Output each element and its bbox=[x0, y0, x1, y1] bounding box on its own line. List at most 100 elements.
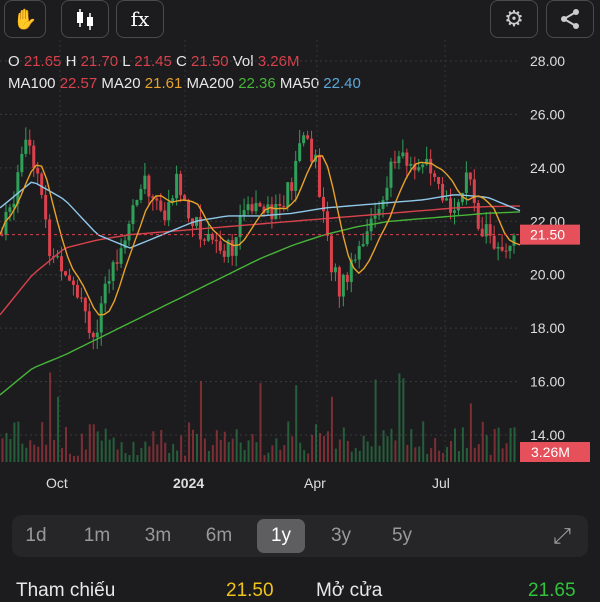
volume-bar bbox=[315, 424, 318, 462]
candle-body bbox=[179, 173, 183, 196]
candle-body bbox=[433, 173, 437, 177]
period-6m[interactable]: 6m bbox=[195, 519, 243, 553]
volume-bar bbox=[398, 373, 401, 462]
volume-bar bbox=[263, 455, 266, 462]
gear-icon: ⚙ bbox=[504, 6, 524, 31]
candle-body bbox=[175, 173, 179, 199]
volume-bar bbox=[144, 441, 147, 462]
share-icon bbox=[561, 9, 579, 29]
volume-bar bbox=[446, 446, 449, 462]
volume-bar bbox=[164, 442, 167, 462]
candle-body bbox=[79, 297, 83, 299]
volume-bar bbox=[477, 444, 480, 462]
candle-body bbox=[131, 205, 135, 224]
candle-body bbox=[254, 203, 258, 212]
settings-button[interactable]: ⚙ bbox=[490, 0, 538, 38]
period-3y[interactable]: 3y bbox=[317, 519, 365, 553]
candle-body bbox=[373, 215, 377, 219]
volume-bar bbox=[72, 455, 75, 462]
volume-bar bbox=[267, 452, 270, 462]
candlestick-icon bbox=[77, 9, 93, 30]
volume-bar bbox=[461, 427, 464, 462]
candle-body bbox=[83, 297, 87, 312]
candle-body bbox=[91, 332, 95, 338]
y-tick-label: 14.00 bbox=[530, 427, 565, 443]
volume-bar bbox=[136, 454, 139, 462]
candle-body bbox=[95, 332, 99, 338]
expand-button[interactable]: ⤢ bbox=[538, 519, 586, 553]
y-tick-label: 28.00 bbox=[530, 53, 565, 69]
volume-bar bbox=[33, 444, 36, 462]
candle-body bbox=[234, 237, 238, 256]
volume-bar bbox=[5, 432, 8, 462]
candle-body bbox=[67, 275, 71, 281]
candle-body bbox=[306, 135, 310, 139]
volume-bar bbox=[53, 440, 56, 462]
candle-body bbox=[437, 176, 441, 184]
volume-bar bbox=[382, 430, 385, 462]
price-chart[interactable]: 28.0026.0024.0022.0020.0018.0016.0014.00… bbox=[0, 40, 600, 465]
volume-bar bbox=[215, 430, 218, 462]
chart-type-button[interactable] bbox=[61, 0, 109, 38]
volume-bar bbox=[160, 429, 163, 462]
volume-bar bbox=[112, 437, 115, 462]
period-3m[interactable]: 3m bbox=[134, 519, 182, 553]
period-1y[interactable]: 1y bbox=[257, 519, 305, 553]
volume-bar bbox=[275, 438, 278, 462]
candle-body bbox=[452, 210, 456, 213]
volume-bar bbox=[13, 422, 16, 462]
volume-bar bbox=[120, 442, 123, 462]
indicators-button[interactable]: fx bbox=[116, 0, 164, 38]
period-1m[interactable]: 1m bbox=[73, 519, 121, 553]
volume-bar bbox=[243, 450, 246, 462]
candle-body bbox=[302, 135, 306, 144]
volume-bar bbox=[326, 431, 329, 462]
volume-bar bbox=[350, 451, 353, 462]
volume-bar bbox=[192, 429, 195, 462]
period-1d[interactable]: 1d bbox=[12, 519, 60, 553]
candle-body bbox=[135, 200, 139, 206]
volume-bar bbox=[465, 447, 468, 462]
candle-body bbox=[147, 175, 151, 197]
candle-body bbox=[325, 211, 329, 236]
volume-bar bbox=[188, 422, 191, 462]
volume-bar bbox=[473, 447, 476, 462]
volume-bar bbox=[370, 446, 373, 462]
volume-bar bbox=[366, 441, 369, 462]
volume-bar bbox=[378, 445, 381, 462]
volume-bar bbox=[65, 426, 68, 462]
volume-bar bbox=[330, 396, 333, 462]
candle-body bbox=[286, 182, 290, 208]
volume-bar bbox=[279, 449, 282, 462]
volume-bar bbox=[207, 450, 210, 462]
candle-body bbox=[393, 161, 397, 164]
ma200-line bbox=[0, 211, 521, 396]
candle-body bbox=[401, 152, 405, 157]
ref-value: 21.50 bbox=[226, 580, 274, 601]
last-volume-label: 3.26M bbox=[531, 444, 570, 460]
volume-bar bbox=[41, 422, 44, 462]
candle-body bbox=[464, 172, 468, 193]
volume-bar bbox=[493, 429, 496, 462]
volume-bar bbox=[108, 439, 111, 462]
volume-bar bbox=[362, 435, 365, 462]
volume-bar bbox=[319, 433, 322, 462]
hand-tool-button[interactable]: ✋ bbox=[4, 0, 46, 38]
volume-bar bbox=[25, 447, 28, 462]
volume-bar bbox=[299, 442, 302, 462]
candle-body bbox=[167, 202, 171, 221]
volume-bar bbox=[422, 421, 425, 462]
candle-body bbox=[389, 161, 393, 188]
candle-body bbox=[448, 198, 452, 213]
candle-body bbox=[159, 200, 163, 211]
volume-bar bbox=[9, 438, 12, 462]
candle-body bbox=[183, 195, 187, 200]
share-button[interactable] bbox=[546, 0, 594, 38]
volume-bar bbox=[489, 454, 492, 462]
candle-body bbox=[417, 167, 421, 171]
volume-bar bbox=[410, 429, 413, 462]
candle-body bbox=[274, 203, 278, 220]
candle-body bbox=[111, 262, 115, 282]
period-5y[interactable]: 5y bbox=[378, 519, 426, 553]
function-icon: fx bbox=[130, 7, 150, 31]
